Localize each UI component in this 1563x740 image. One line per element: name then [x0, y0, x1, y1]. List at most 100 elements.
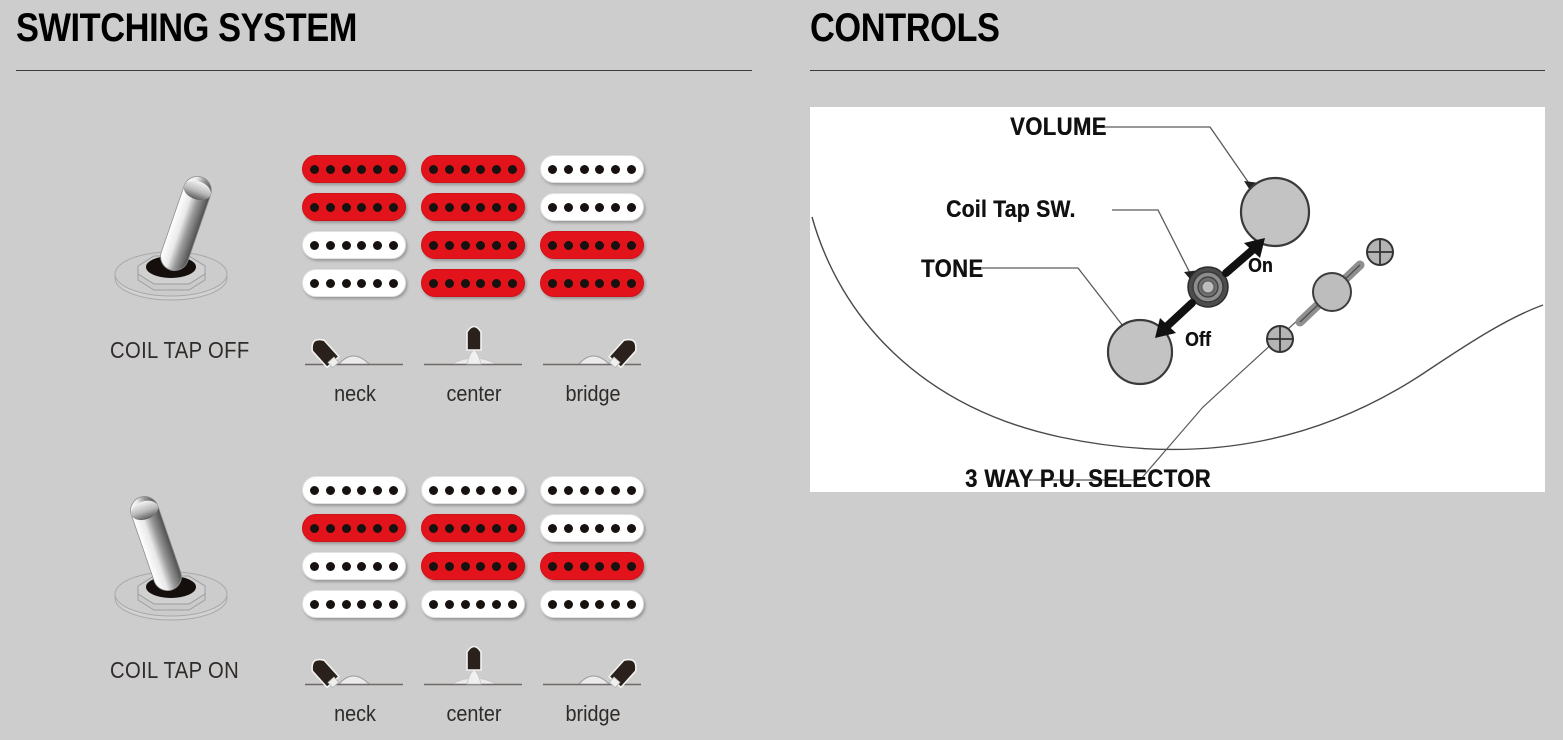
pole-piece [563, 523, 573, 533]
pole-piece [563, 561, 573, 571]
pole-piece [460, 561, 470, 571]
pole-piece [428, 164, 438, 174]
pole-piece [492, 278, 502, 288]
pole-piece [476, 164, 486, 174]
switching-system-panel: SWITCHING SYSTEM COIL TAP OFF neck cente… [0, 0, 790, 740]
selector-icon-center-off[interactable] [422, 325, 526, 372]
pole-piece [341, 240, 351, 250]
pole-piece [476, 523, 486, 533]
selector-caption-neck-off: neck [334, 381, 376, 406]
pole-piece [428, 485, 438, 495]
coil-bottom [540, 514, 644, 542]
selector-caption-center-on: center [446, 701, 502, 726]
pole-piece [428, 561, 438, 571]
mini-toggle-switch-on[interactable] [105, 496, 245, 630]
selector-icon-bridge-off[interactable] [541, 326, 645, 372]
selector-icon-neck-off[interactable] [303, 326, 407, 372]
pole-piece [547, 202, 557, 212]
pole-piece [309, 485, 319, 495]
pole-piece [444, 240, 454, 250]
pole-piece [309, 202, 319, 212]
coil-top [421, 476, 525, 504]
pole-piece [460, 164, 470, 174]
pole-piece [595, 202, 605, 212]
selector-icon-bridge-on[interactable] [541, 646, 645, 692]
coil-bottom [421, 193, 525, 221]
pole-piece [373, 278, 383, 288]
pole-piece [627, 240, 637, 250]
tone-leader-line [982, 267, 1131, 336]
pole-piece [389, 561, 399, 571]
pole-piece [325, 561, 335, 571]
pole-piece [547, 523, 557, 533]
pole-piece [428, 240, 438, 250]
pole-piece [309, 278, 319, 288]
pole-piece [341, 561, 351, 571]
pole-piece [476, 278, 486, 288]
coil-top [540, 155, 644, 183]
pole-piece [476, 561, 486, 571]
pole-piece [325, 485, 335, 495]
pole-piece [627, 278, 637, 288]
pole-piece [595, 523, 605, 533]
coil-top [421, 231, 525, 259]
pole-piece [460, 485, 470, 495]
pole-piece [476, 485, 486, 495]
pole-piece [389, 523, 399, 533]
coil-bottom [421, 269, 525, 297]
pickup-bridge-pos-off-bottom [540, 231, 644, 299]
pole-piece [357, 164, 367, 174]
pole-piece [428, 278, 438, 288]
pole-piece [428, 202, 438, 212]
mini-toggle-switch-off[interactable] [105, 176, 245, 310]
pole-piece [389, 485, 399, 495]
pole-piece [460, 599, 470, 609]
pole-piece [492, 485, 502, 495]
selector-caption-neck-on: neck [334, 701, 376, 726]
pickup-neck-bridge-pos-off-top [302, 155, 406, 223]
pole-piece [476, 599, 486, 609]
pole-piece [373, 485, 383, 495]
pole-piece [341, 523, 351, 533]
coil-bottom [302, 193, 406, 221]
selector-caption-bridge-on: bridge [565, 701, 621, 726]
pole-piece [611, 202, 621, 212]
pole-piece [492, 523, 502, 533]
pole-piece [341, 599, 351, 609]
pole-piece [428, 523, 438, 533]
pole-piece [389, 240, 399, 250]
selector-icon-neck-on[interactable] [303, 646, 407, 692]
pole-piece [492, 561, 502, 571]
coil-top [540, 552, 644, 580]
pole-piece [579, 485, 589, 495]
pole-piece [563, 599, 573, 609]
volume-label: VOLUME [1010, 113, 1107, 141]
pole-piece [389, 599, 399, 609]
pole-piece [444, 523, 454, 533]
pole-piece [611, 164, 621, 174]
coil-top [302, 231, 406, 259]
pole-piece [627, 485, 637, 495]
pole-piece [492, 202, 502, 212]
selector-caption-center-off: center [446, 381, 502, 406]
volume-knob [1239, 176, 1311, 248]
pole-piece [373, 523, 383, 533]
pole-piece [444, 202, 454, 212]
pole-piece [595, 278, 605, 288]
pole-piece [579, 240, 589, 250]
pole-piece [341, 164, 351, 174]
selector-icon-center-on[interactable] [422, 645, 526, 692]
coil-top [421, 155, 525, 183]
pu-selector-label: 3 WAY P.U. SELECTOR [965, 465, 1211, 493]
pole-piece [563, 202, 573, 212]
pole-piece [373, 561, 383, 571]
mounting-screw-lower [1266, 325, 1294, 353]
three-way-selector [1295, 260, 1365, 327]
pole-piece [627, 523, 637, 533]
pole-piece [508, 240, 518, 250]
pole-piece [611, 240, 621, 250]
pole-piece [476, 202, 486, 212]
pole-piece [341, 202, 351, 212]
guitar-body-outline [811, 216, 1544, 451]
pole-piece [492, 240, 502, 250]
